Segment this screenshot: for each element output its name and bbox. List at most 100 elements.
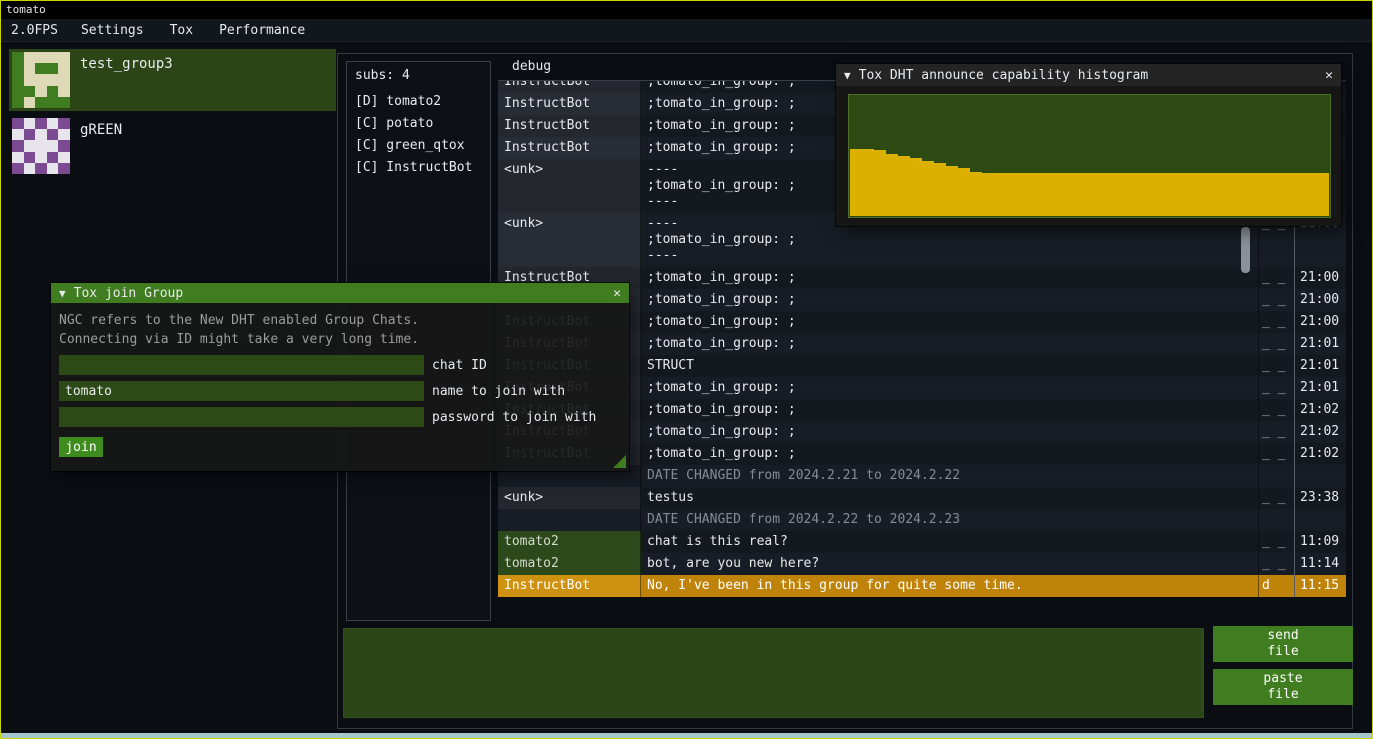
histogram-bar xyxy=(1173,173,1185,216)
message-text: DATE CHANGED from 2024.2.21 to 2024.2.22 xyxy=(641,465,1258,487)
message-time xyxy=(1294,465,1346,487)
tab-debug[interactable]: debug xyxy=(498,56,565,77)
message-time: 21:02 xyxy=(1294,399,1346,421)
histogram-bar xyxy=(1161,173,1173,216)
message-marks: _ _ xyxy=(1258,333,1294,355)
chat-id-label: chat ID xyxy=(432,358,487,373)
histogram-bar xyxy=(1317,173,1329,216)
histogram-bar xyxy=(1221,173,1233,216)
message-row: tomato2chat is this real?_ _11:09 xyxy=(498,531,1346,553)
paste-file-button[interactable]: paste file xyxy=(1213,669,1353,705)
message-marks xyxy=(1258,465,1294,487)
message-author: <unk> xyxy=(498,213,641,267)
dht-histogram-window: ▼ Tox DHT announce capability histogram … xyxy=(836,64,1341,226)
group-name: test_group3 xyxy=(80,56,173,108)
send-file-button[interactable]: send file xyxy=(1213,626,1353,662)
histogram-bar xyxy=(958,168,970,216)
close-icon[interactable]: ✕ xyxy=(613,286,621,301)
histogram-bar xyxy=(1209,173,1221,216)
histogram-bar xyxy=(1281,173,1293,216)
message-text: ;tomato_in_group: ; xyxy=(641,421,1258,443)
histogram-bar xyxy=(1030,173,1042,216)
message-time: 21:01 xyxy=(1294,377,1346,399)
histogram-bar xyxy=(1006,173,1018,216)
histogram-bar xyxy=(982,173,994,216)
message-row: InstructBotNo, I've been in this group f… xyxy=(498,575,1346,597)
message-author: <unk> xyxy=(498,487,641,509)
group-item-green[interactable]: gREEN xyxy=(9,115,336,177)
group-name: gREEN xyxy=(80,122,122,174)
histogram-bar xyxy=(1018,173,1030,216)
message-marks: _ _ xyxy=(1258,421,1294,443)
message-marks: _ _ xyxy=(1258,311,1294,333)
message-text: ;tomato_in_group: ; xyxy=(641,399,1258,421)
histogram-bar xyxy=(1245,173,1257,216)
join-group-titlebar: ▼ Tox join Group ✕ xyxy=(51,283,629,303)
resize-grip-icon[interactable] xyxy=(613,455,626,468)
join-info-line2: Connecting via ID might take a very long… xyxy=(51,330,629,349)
collapse-arrow-icon[interactable]: ▼ xyxy=(844,69,851,82)
message-time: 21:00 xyxy=(1294,289,1346,311)
message-time: 23:38 xyxy=(1294,487,1346,509)
message-author: <unk> xyxy=(498,159,641,213)
close-icon[interactable]: ✕ xyxy=(1325,68,1333,83)
subs-list-item[interactable]: [C] potato xyxy=(347,113,490,135)
dht-histogram-titlebar: ▼ Tox DHT announce capability histogram … xyxy=(836,64,1341,86)
message-marks: _ _ xyxy=(1258,377,1294,399)
message-time: 21:01 xyxy=(1294,333,1346,355)
message-time: 11:09 xyxy=(1294,531,1346,553)
menu-item-performance[interactable]: Performance xyxy=(206,20,318,41)
chat-id-input[interactable] xyxy=(59,355,424,375)
chat-scrollbar-thumb[interactable] xyxy=(1241,227,1250,273)
histogram-bar xyxy=(1053,173,1065,216)
message-author: InstructBot xyxy=(498,81,641,93)
message-time xyxy=(1294,509,1346,531)
join-info-line1: NGC refers to the New DHT enabled Group … xyxy=(51,311,629,330)
message-marks: d xyxy=(1258,575,1294,597)
message-marks: _ _ xyxy=(1258,355,1294,377)
message-row: tomato2bot, are you new here?_ _11:14 xyxy=(498,553,1346,575)
message-time: 21:01 xyxy=(1294,355,1346,377)
message-text: ;tomato_in_group: ; xyxy=(641,267,1258,289)
join-name-input[interactable] xyxy=(59,381,424,401)
message-text: bot, are you new here? xyxy=(641,553,1258,575)
join-name-label: name to join with xyxy=(432,384,565,399)
group-avatar xyxy=(12,118,70,174)
histogram-bar xyxy=(994,173,1006,216)
message-marks: _ _ xyxy=(1258,443,1294,465)
message-input[interactable] xyxy=(343,628,1204,718)
histogram-bar xyxy=(850,149,862,216)
subs-list-item[interactable]: [D] tomato2 xyxy=(347,91,490,113)
menu-item-tox[interactable]: Tox xyxy=(157,20,206,41)
window-titlebar: tomato xyxy=(1,1,1372,19)
collapse-arrow-icon[interactable]: ▼ xyxy=(59,287,66,300)
message-author: InstructBot xyxy=(498,137,641,159)
subs-list-item[interactable]: [C] InstructBot xyxy=(347,157,490,179)
join-password-input[interactable] xyxy=(59,407,424,427)
join-group-title: Tox join Group xyxy=(74,286,606,301)
fps-counter: 2.0FPS xyxy=(1,23,68,38)
histogram-bar xyxy=(862,149,874,216)
message-marks: _ _ xyxy=(1258,553,1294,575)
app-window: tomato 2.0FPS Settings Tox Performance t… xyxy=(0,0,1373,739)
message-time: 11:14 xyxy=(1294,553,1346,575)
group-item-test_group3[interactable]: test_group3 xyxy=(9,49,336,111)
histogram-bar xyxy=(1149,173,1161,216)
subs-list-item[interactable]: [C] green_qtox xyxy=(347,135,490,157)
histogram-bar xyxy=(1042,173,1054,216)
histogram-bar xyxy=(1257,173,1269,216)
message-text: No, I've been in this group for quite so… xyxy=(641,575,1258,597)
menu-item-settings[interactable]: Settings xyxy=(68,20,157,41)
histogram-bar xyxy=(898,156,910,216)
join-button[interactable]: join xyxy=(59,437,103,457)
histogram-bar xyxy=(1137,173,1149,216)
window-bottom-edge xyxy=(1,733,1372,738)
message-text: STRUCT xyxy=(641,355,1258,377)
histogram-bar xyxy=(1197,173,1209,216)
join-password-label: password to join with xyxy=(432,410,596,425)
histogram-bar xyxy=(1089,173,1101,216)
histogram-bar xyxy=(1269,173,1281,216)
message-text: DATE CHANGED from 2024.2.22 to 2024.2.23 xyxy=(641,509,1258,531)
subs-list: [D] tomato2[C] potato[C] green_qtox[C] I… xyxy=(347,91,490,179)
message-row: <unk>testus_ _23:38 xyxy=(498,487,1346,509)
